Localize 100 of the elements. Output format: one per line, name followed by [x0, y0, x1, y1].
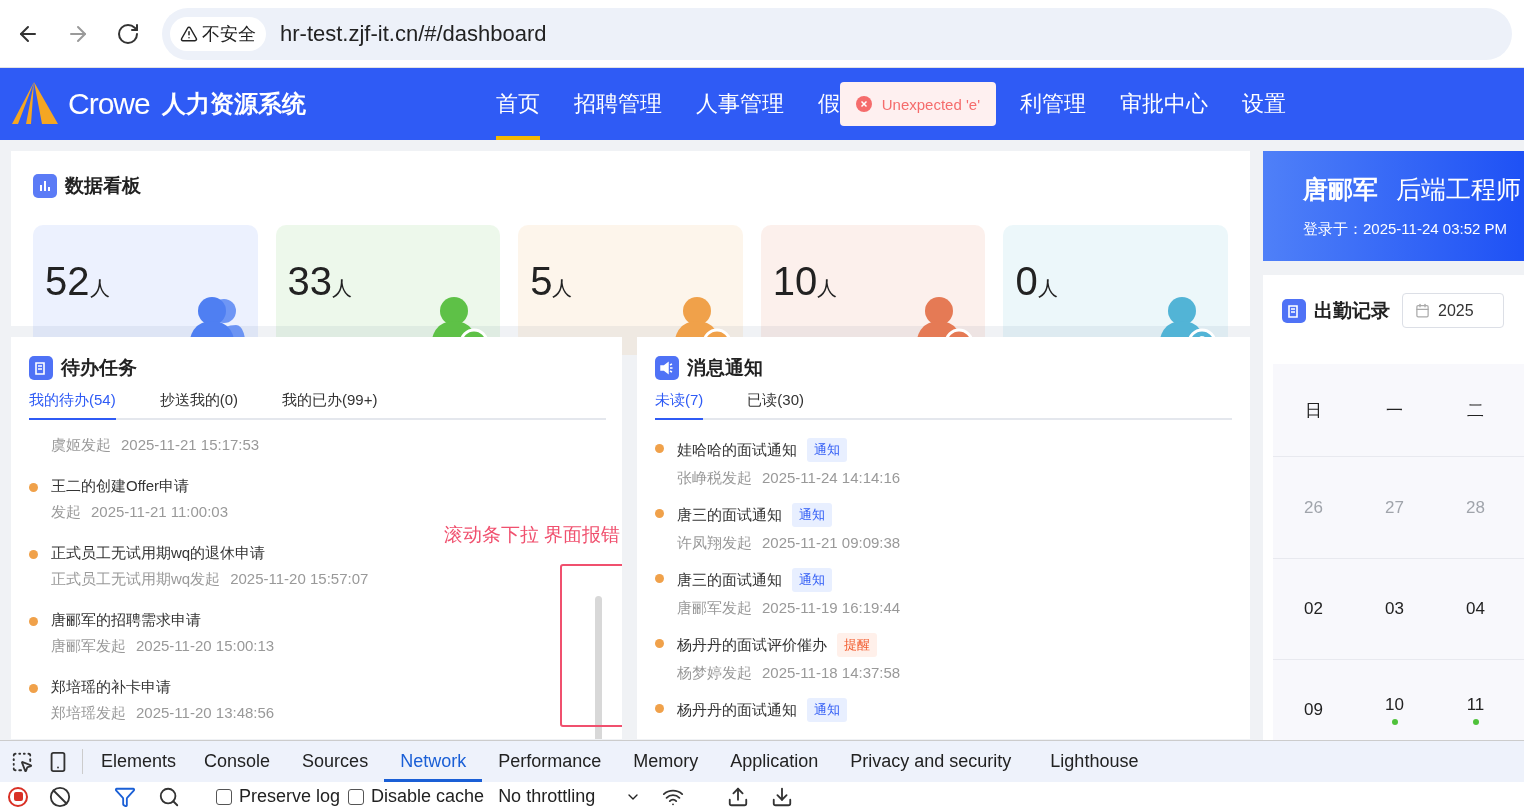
devtools-tab[interactable]: Application — [714, 741, 835, 782]
chart-icon — [33, 174, 57, 198]
user-name: 唐郦军 — [1303, 175, 1378, 203]
brand-name: Crowe — [68, 87, 150, 121]
task-time: 2025-11-20 13:48:56 — [136, 704, 275, 723]
status-dot — [29, 684, 38, 693]
devtools-tab[interactable]: Privacy and security — [834, 741, 1028, 782]
devtools-tab[interactable]: Console — [188, 741, 287, 782]
throttling-value: No throttling — [498, 786, 596, 807]
security-label: 不安全 — [202, 22, 256, 46]
panel-title: 消息通知 — [687, 356, 763, 380]
devtools-tab[interactable]: Performance — [482, 741, 618, 782]
user-position: 后端工程师 — [1396, 175, 1521, 203]
notice-tag: 通知 — [792, 503, 832, 527]
notice-title[interactable]: 杨丹丹的面试通知 — [677, 700, 797, 720]
nav-item[interactable]: 设置 — [1242, 68, 1286, 140]
devtools-tab[interactable]: Sources — [286, 741, 385, 782]
notice-title[interactable]: 娃哈哈的面试通知 — [677, 440, 797, 460]
calendar-icon — [1415, 303, 1430, 318]
nav-item[interactable]: 利管理 — [1020, 68, 1086, 140]
task-time: 2025-11-20 15:00:13 — [136, 637, 275, 656]
status-dot — [29, 550, 38, 559]
task-time: 2025-11-21 11:00:03 — [91, 503, 229, 522]
notice-title[interactable]: 唐三的面试通知 — [677, 505, 782, 525]
status-dot — [29, 483, 38, 492]
status-dot — [29, 617, 38, 626]
warning-icon — [180, 24, 198, 43]
tab[interactable]: 抄送我的(0) — [159, 391, 239, 420]
panel-title: 数据看板 — [65, 174, 141, 198]
task-time: 2025-11-20 15:57:07 — [230, 570, 369, 589]
error-icon — [855, 96, 872, 112]
devtools-tab[interactable]: Network — [384, 741, 483, 782]
tab[interactable]: 未读(7) — [655, 391, 704, 420]
stat-value: 0人 — [1015, 259, 1059, 304]
task-title[interactable]: 正式员工无试用期wq的退休申请 — [51, 544, 266, 563]
task-title[interactable]: 王二的创建Offer申请 — [51, 477, 190, 496]
task-sender: 唐郦军发起 — [51, 637, 126, 656]
calendar-day[interactable]: 02 — [1304, 599, 1323, 619]
url-text: hr-test.zjf-it.cn/#/dashboard — [280, 20, 547, 47]
notice-title[interactable]: 杨丹丹的面试评价催办 — [677, 635, 827, 655]
task-title[interactable]: 郑培瑶的补卡申请 — [51, 678, 171, 697]
weekday-label: 一 — [1386, 399, 1403, 422]
tab[interactable]: 我的已办(99+) — [282, 391, 378, 420]
tab[interactable]: 已读(30) — [747, 391, 805, 420]
stat-value: 5人 — [530, 259, 574, 304]
checkbox-label[interactable]: Preserve log — [216, 786, 341, 807]
nav-item[interactable]: 招聘管理 — [573, 68, 662, 140]
notice-sender: 唐郦军发起 — [677, 599, 752, 618]
stat-value: 33人 — [287, 259, 354, 304]
speaker-icon — [655, 356, 679, 380]
notice-tag: 提醒 — [837, 633, 877, 657]
year-field[interactable]: 2025 — [1402, 293, 1504, 328]
address-bar[interactable]: 不安全 hr-test.zjf-it.cn/#/dashboard — [162, 7, 1512, 60]
record-button[interactable] — [8, 786, 28, 807]
devtools-tab[interactable]: Memory — [617, 741, 715, 782]
nav-item[interactable]: 审批中心 — [1120, 68, 1208, 140]
task-sender: 发起 — [51, 503, 81, 522]
stat-value: 52人 — [45, 259, 111, 304]
notice-time: 2025-11-19 16:19:44 — [762, 599, 901, 618]
devtools-tab[interactable]: Lighthouse — [1027, 741, 1162, 782]
logo-icon — [12, 82, 58, 126]
error-message: Unexpected 'e' — [881, 95, 980, 113]
notice-time: 2025-11-18 14:37:58 — [762, 664, 901, 683]
panel-title: 待办任务 — [61, 356, 137, 380]
nav-item[interactable]: 首页 — [495, 68, 540, 140]
tab[interactable]: 我的待办(54) — [29, 391, 116, 420]
calendar-day[interactable]: 10 — [1385, 694, 1404, 715]
document-icon — [1282, 298, 1306, 323]
security-chip[interactable]: 不安全 — [170, 16, 266, 51]
nav-item[interactable]: 人事管理 — [695, 68, 784, 140]
weekday-label: 二 — [1467, 399, 1484, 422]
devtools-tab[interactable]: Elements — [89, 741, 189, 782]
system-name: 人力资源系统 — [161, 89, 306, 119]
task-sender: 正式员工无试用期wq发起 — [51, 570, 221, 589]
scrollbar-thumb[interactable] — [595, 596, 602, 739]
status-dot — [655, 639, 664, 648]
calendar-day[interactable]: 11 — [1466, 694, 1485, 715]
task-sender: 郑培瑶发起 — [51, 704, 126, 723]
task-sender: 虞姬发起 — [51, 436, 111, 455]
reload-icon[interactable] — [116, 21, 140, 46]
notice-sender: 杨梦婷发起 — [677, 664, 752, 683]
notice-title[interactable]: 唐三的面试通知 — [677, 570, 782, 590]
notice-tag: 通知 — [807, 438, 847, 462]
calendar-day[interactable]: 03 — [1385, 599, 1404, 619]
panel-title: 出勤记录 — [1314, 298, 1390, 323]
throttling-dropdown[interactable]: No throttling — [492, 786, 648, 807]
nav-item[interactable]: 假 — [817, 68, 840, 140]
status-dot — [655, 444, 664, 453]
task-title[interactable]: 唐郦军的招聘需求申请 — [51, 611, 201, 630]
calendar-day[interactable]: 04 — [1466, 599, 1485, 619]
status-dot — [655, 509, 664, 518]
notice-tag: 通知 — [807, 698, 847, 722]
checkbox-label[interactable]: Disable cache — [348, 786, 485, 807]
calendar-day[interactable]: 09 — [1304, 699, 1323, 720]
notice-tag: 通知 — [792, 568, 832, 592]
status-dot — [655, 574, 664, 583]
year-value: 2025 — [1438, 301, 1474, 320]
annotation-text: 滚动条下拉 界面报错 — [444, 523, 621, 547]
login-time: 登录于：2025-11-24 03:52 PM — [1303, 220, 1508, 239]
weekday-label: 日 — [1305, 399, 1322, 422]
